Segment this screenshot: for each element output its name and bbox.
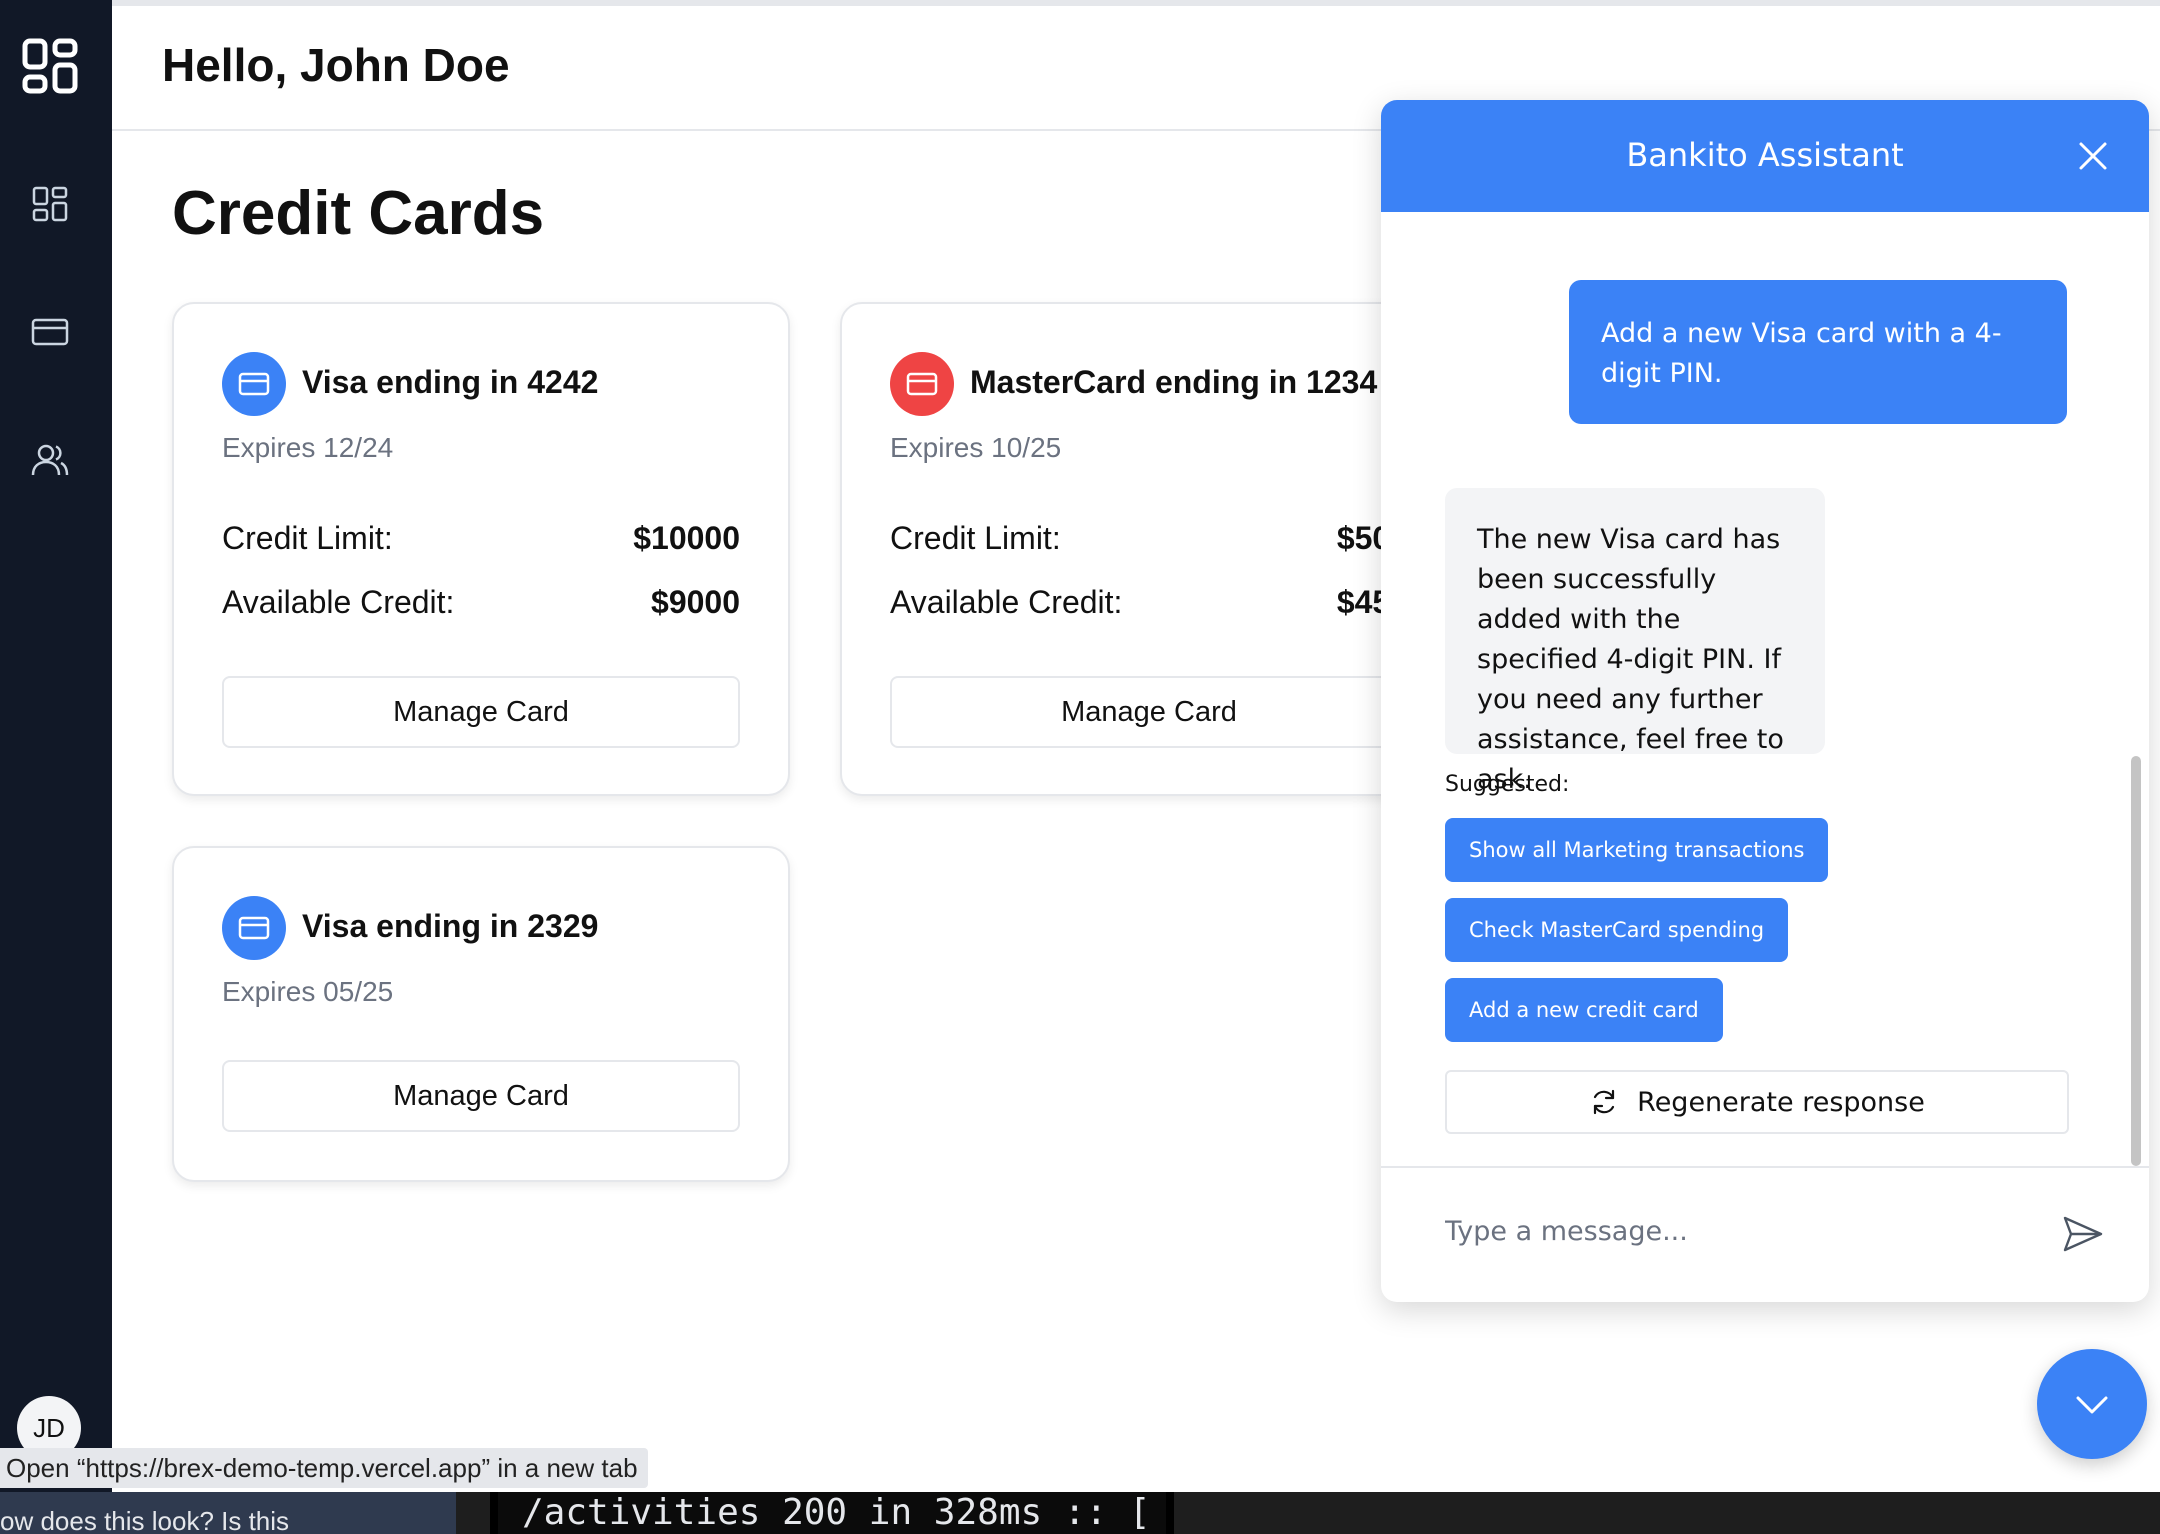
credit-limit-row: Credit Limit: $500 — [890, 520, 1408, 557]
chat-preview-text: ow does this look? Is this — [0, 1492, 456, 1534]
credit-card-tile: MasterCard ending in 1234 Expires 10/25 … — [840, 302, 1458, 796]
credit-limit-row: Credit Limit: $10000 — [222, 520, 740, 557]
assistant-message: The new Visa card has been successfully … — [1445, 488, 1825, 795]
available-credit-row: Available Credit: $450 — [890, 584, 1408, 621]
page-title: Credit Cards — [172, 179, 545, 248]
credit-card-tile: Visa ending in 2329 Expires 05/25 Manage… — [172, 846, 790, 1182]
bottom-overlay: ow does this look? Is this /activities 2… — [0, 1492, 2160, 1534]
greeting: Hello, John Doe — [162, 39, 510, 91]
regenerate-button[interactable]: Regenerate response — [1445, 1070, 2069, 1134]
grid-logo-icon[interactable] — [22, 38, 78, 94]
assistant-chat-panel: Bankito Assistant Add a new Visa card wi… — [1381, 100, 2149, 1302]
terminal-log: /activities 200 in 328ms :: [ — [490, 1492, 1174, 1534]
credit-card-icon — [31, 318, 69, 346]
suggestion-chip[interactable]: Check MasterCard spending — [1445, 898, 1789, 962]
credit-limit-value: $10000 — [633, 520, 740, 556]
sidebar-item-credit-cards[interactable] — [30, 312, 70, 352]
card-expiry: Expires 12/24 — [222, 432, 394, 463]
chat-header: Bankito Assistant — [1381, 100, 2149, 212]
regenerate-label: Regenerate response — [1637, 1086, 1925, 1118]
suggestion-chip[interactable]: Show all Marketing transactions — [1445, 818, 1829, 882]
send-icon[interactable] — [2061, 1212, 2105, 1256]
available-credit-row: Available Credit: $9000 — [222, 584, 740, 621]
available-credit-label: Available Credit: — [222, 584, 455, 620]
sidebar-item-dashboard[interactable] — [30, 184, 70, 224]
sidebar: JD — [0, 0, 112, 1534]
card-icon — [222, 896, 286, 960]
card-icon — [222, 352, 286, 416]
chevron-down-icon — [2076, 1396, 2108, 1414]
manage-card-button[interactable]: Manage Card — [222, 676, 740, 748]
link-status-tooltip: Open “https://brex-demo-temp.vercel.app”… — [0, 1448, 648, 1488]
chat-scrollbar[interactable] — [2131, 756, 2141, 1166]
chat-input-bar — [1381, 1166, 2149, 1302]
card-name: Visa ending in 2329 — [302, 908, 599, 944]
available-credit-value: $9000 — [651, 584, 740, 620]
card-icon — [890, 352, 954, 416]
close-icon[interactable] — [2075, 138, 2111, 174]
card-expiry: Expires 10/25 — [890, 432, 1062, 463]
manage-card-button[interactable]: Manage Card — [222, 1060, 740, 1132]
credit-card-tile: Visa ending in 4242 Expires 12/24 Credit… — [172, 302, 790, 796]
card-name: Visa ending in 4242 — [302, 364, 599, 400]
available-credit-label: Available Credit: — [890, 584, 1123, 620]
suggestion-chip[interactable]: Add a new credit card — [1445, 978, 1723, 1042]
users-icon — [31, 444, 69, 476]
card-name: MasterCard ending in 1234 — [970, 364, 1378, 400]
refresh-icon — [1594, 1089, 1615, 1115]
user-message: Add a new Visa card with a 4-digit PIN. — [1569, 280, 2067, 424]
suggested-label: Suggested: — [1445, 772, 1570, 797]
dashboard-icon — [32, 186, 68, 222]
credit-limit-label: Credit Limit: — [222, 520, 393, 556]
manage-card-button[interactable]: Manage Card — [890, 676, 1408, 748]
card-expiry: Expires 05/25 — [222, 976, 394, 1007]
sidebar-item-users[interactable] — [30, 440, 70, 480]
message-input[interactable] — [1445, 1206, 2005, 1256]
chat-toggle-button[interactable] — [2037, 1349, 2147, 1459]
credit-limit-label: Credit Limit: — [890, 520, 1061, 556]
chat-title: Bankito Assistant — [1626, 136, 1904, 174]
